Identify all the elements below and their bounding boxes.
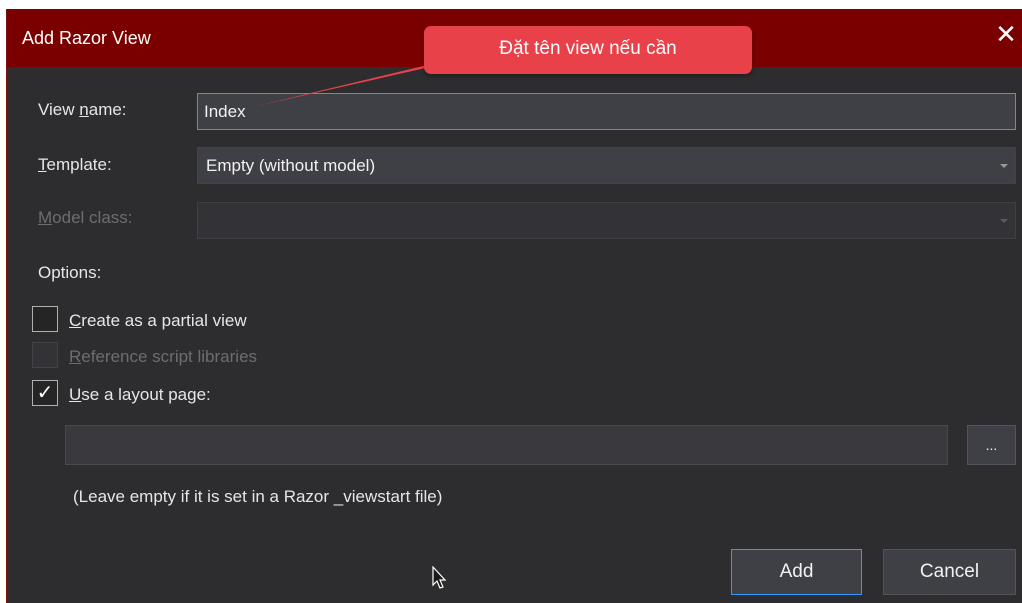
view-name-label-mnemonic: n — [79, 100, 89, 119]
layout-hint-text: (Leave empty if it is set in a Razor _vi… — [73, 487, 443, 506]
mouse-cursor-icon — [432, 566, 447, 589]
layout-page-label-rest: se a layout page: — [81, 385, 211, 404]
checkmark-icon: ✓ — [36, 382, 54, 404]
partial-view-mnemonic: C — [69, 311, 82, 330]
model-class-label-suffix: odel class: — [52, 208, 133, 227]
cancel-button[interactable]: Cancel — [883, 549, 1016, 595]
options-heading: Options: — [38, 263, 102, 282]
model-class-label-mnemonic: M — [38, 208, 53, 227]
script-libraries-mnemonic: R — [69, 347, 82, 366]
close-icon[interactable]: ✕ — [989, 17, 1022, 51]
script-libraries-checkbox — [32, 342, 58, 368]
layout-page-label[interactable]: Use a layout page: — [69, 385, 211, 405]
layout-page-mnemonic: U — [69, 385, 82, 404]
layout-page-path-input[interactable] — [65, 425, 948, 465]
add-razor-view-dialog: Add Razor View ✕ View name: Template: Em… — [6, 9, 1022, 603]
chevron-down-icon — [1000, 219, 1008, 223]
view-name-label-prefix: View — [38, 100, 80, 119]
view-name-label: View name: — [38, 100, 127, 120]
layout-page-checkbox[interactable]: ✓ — [32, 380, 58, 406]
dialog-title: Add Razor View — [22, 28, 151, 48]
partial-view-label-rest: reate as a partial view — [81, 311, 247, 330]
partial-view-label[interactable]: Create as a partial view — [69, 311, 247, 331]
template-select-value: Empty (without model) — [206, 156, 376, 175]
annotation-callout: Đặt tên view nếu cần — [424, 26, 752, 74]
browse-layout-button[interactable]: ... — [967, 425, 1016, 465]
model-class-label: Model class: — [38, 208, 133, 228]
template-select[interactable]: Empty (without model) — [197, 147, 1016, 184]
template-label: Template: — [38, 155, 112, 175]
model-class-select — [197, 202, 1016, 239]
screen-top-edge — [0, 0, 1022, 3]
partial-view-checkbox[interactable] — [32, 306, 58, 332]
view-name-input[interactable] — [197, 93, 1016, 130]
script-libraries-label: Reference script libraries — [69, 347, 257, 367]
callout-text: Đặt tên view nếu cần — [499, 38, 677, 59]
script-libraries-label-rest: eference script libraries — [81, 347, 258, 366]
add-button[interactable]: Add — [731, 549, 862, 595]
template-label-suffix: emplate: — [46, 155, 112, 174]
view-name-label-suffix: ame: — [88, 100, 127, 119]
chevron-down-icon — [1000, 164, 1008, 168]
template-label-mnemonic: T — [38, 155, 47, 174]
